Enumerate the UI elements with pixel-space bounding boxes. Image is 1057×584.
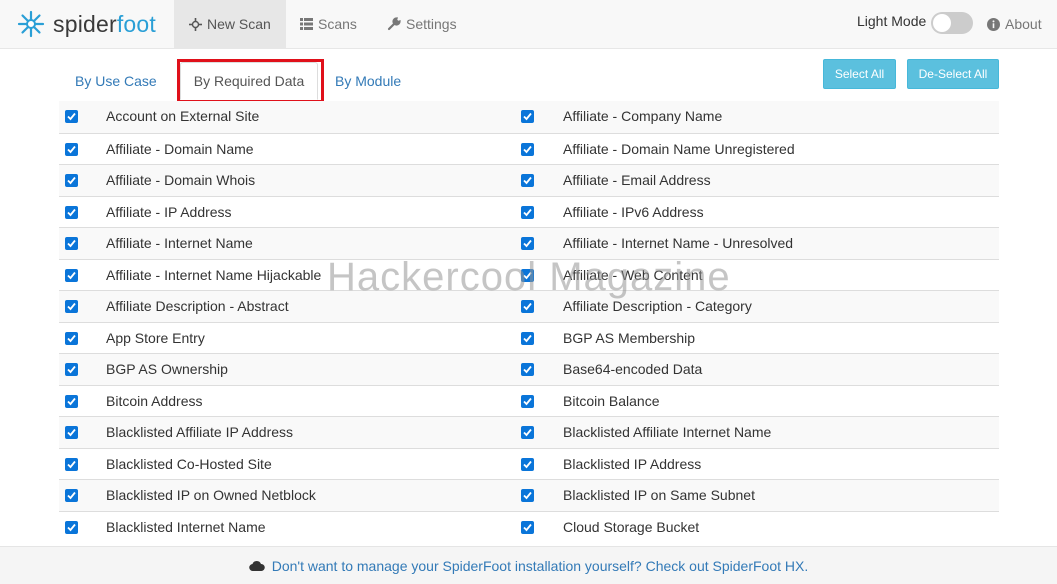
table-row: Affiliate Description - Abstract Affiliat… bbox=[59, 290, 999, 322]
data-type-label: Affiliate - IPv6 Address bbox=[563, 203, 704, 220]
toggle-knob bbox=[933, 14, 951, 32]
table-row: App Store Entry BGP AS Membership bbox=[59, 321, 999, 354]
checkbox[interactable] bbox=[521, 300, 534, 313]
nav-scans[interactable]: Scans bbox=[285, 0, 372, 48]
tab-by-module[interactable]: By Module bbox=[335, 62, 401, 100]
checkbox[interactable] bbox=[521, 489, 534, 502]
light-mode-label: Light Mode bbox=[857, 13, 927, 29]
nav-settings-label: Settings bbox=[406, 16, 457, 32]
top-navbar: spiderfoot New Scan Scans Settings Light… bbox=[0, 0, 1057, 49]
data-type-label: Affiliate - Internet Name bbox=[106, 235, 253, 251]
light-mode-toggle[interactable] bbox=[931, 12, 973, 34]
checkbox[interactable] bbox=[65, 300, 78, 313]
table-row: Affiliate - Internet Name Affiliate - Int… bbox=[59, 227, 999, 259]
nav-scans-label: Scans bbox=[318, 16, 357, 32]
data-type-label: Affiliate - Internet Name Hijackable bbox=[106, 266, 322, 283]
select-all-button[interactable]: Select All bbox=[823, 59, 896, 89]
checkbox[interactable] bbox=[65, 174, 78, 187]
data-type-label: Affiliate - Email Address bbox=[563, 172, 711, 188]
checkbox[interactable] bbox=[521, 110, 534, 123]
tab-by-use-case[interactable]: By Use Case bbox=[75, 62, 157, 100]
brand-logo-link[interactable]: spiderfoot bbox=[16, 9, 156, 39]
data-type-label: Blacklisted IP on Owned Netblock bbox=[106, 487, 316, 503]
data-type-label: Blacklisted Affiliate IP Address bbox=[106, 424, 294, 440]
nav-about-label: About bbox=[1005, 16, 1042, 32]
data-type-label: Blacklisted Affiliate Internet Name bbox=[563, 424, 772, 440]
data-type-label: Affiliate - Domain Name bbox=[106, 140, 254, 157]
checkbox[interactable] bbox=[65, 142, 78, 156]
table-row: Affiliate - Domain Whois Affiliate - Emai… bbox=[59, 164, 999, 196]
data-type-label: Affiliate - Domain Name Unregistered bbox=[563, 140, 795, 157]
list-icon bbox=[300, 18, 313, 30]
checkbox[interactable] bbox=[65, 237, 78, 250]
table-row: BGP AS Ownership Base64-encoded Data bbox=[59, 353, 999, 385]
checkbox[interactable] bbox=[521, 394, 534, 408]
checkbox[interactable] bbox=[65, 331, 78, 345]
checkbox[interactable] bbox=[65, 363, 78, 376]
table-row: Affiliate - Domain Name Affiliate - Domai… bbox=[59, 132, 999, 165]
table-row: Affiliate - IP Address Affiliate - IPv6 A… bbox=[59, 195, 999, 228]
nav-new-scan[interactable]: New Scan bbox=[174, 0, 286, 48]
checkbox[interactable] bbox=[65, 457, 78, 471]
info-icon bbox=[987, 17, 1000, 31]
checkbox[interactable] bbox=[521, 205, 534, 219]
nav-settings[interactable]: Settings bbox=[372, 0, 472, 48]
checkbox[interactable] bbox=[65, 268, 78, 282]
data-type-label: Affiliate Description - Abstract bbox=[106, 298, 289, 314]
checkbox[interactable] bbox=[521, 142, 534, 156]
checkbox[interactable] bbox=[65, 394, 78, 408]
checkbox[interactable] bbox=[65, 520, 78, 534]
checkbox[interactable] bbox=[521, 426, 534, 439]
data-type-label: Bitcoin Balance bbox=[563, 392, 660, 409]
checkbox[interactable] bbox=[521, 363, 534, 376]
data-type-label: Affiliate Description - Category bbox=[563, 298, 752, 314]
data-type-label: App Store Entry bbox=[106, 329, 205, 346]
data-type-label: Account on External Site bbox=[106, 108, 260, 124]
red-highlight-box bbox=[177, 59, 324, 103]
checkbox[interactable] bbox=[65, 489, 78, 502]
table-row: Blacklisted Co-Hosted Site Blacklisted IP… bbox=[59, 447, 999, 480]
table-row: Bitcoin Address Bitcoin Balance bbox=[59, 384, 999, 417]
spiderfoot-logo-icon bbox=[17, 10, 45, 38]
table-row: Account on External Site Affiliate - Comp… bbox=[59, 101, 999, 133]
checkbox[interactable] bbox=[65, 426, 78, 439]
table-row: Blacklisted Affiliate IP Address Blacklis… bbox=[59, 416, 999, 448]
checkbox[interactable] bbox=[521, 331, 534, 345]
table-row: Affiliate - Internet Name Hijackable Affi… bbox=[59, 258, 999, 291]
required-data-table: Account on External Site Affiliate - Comp… bbox=[59, 101, 999, 542]
checkbox[interactable] bbox=[521, 174, 534, 187]
data-type-label: Affiliate - Company Name bbox=[563, 108, 723, 124]
footer: Don't want to manage your SpiderFoot ins… bbox=[0, 546, 1057, 584]
wrench-icon bbox=[387, 17, 401, 31]
nav-about[interactable]: About bbox=[987, 16, 1042, 32]
data-type-label: Affiliate - Internet Name - Unresolved bbox=[563, 235, 794, 251]
data-type-label: Blacklisted Co-Hosted Site bbox=[106, 455, 272, 472]
data-type-label: Blacklisted IP on Same Subnet bbox=[563, 487, 755, 503]
checkbox[interactable] bbox=[65, 205, 78, 219]
table-row: Blacklisted Internet Name Cloud Storage B… bbox=[59, 510, 999, 543]
data-type-label: Affiliate - Domain Whois bbox=[106, 172, 256, 188]
data-type-label: Affiliate - Web Content bbox=[563, 266, 703, 283]
data-type-label: Blacklisted IP Address bbox=[563, 455, 702, 472]
data-type-label: Affiliate - IP Address bbox=[106, 203, 232, 220]
checkbox[interactable] bbox=[521, 457, 534, 471]
spiderfoot-hx-link[interactable]: Don't want to manage your SpiderFoot ins… bbox=[272, 558, 809, 574]
data-type-label: BGP AS Membership bbox=[563, 329, 696, 346]
table-row: Blacklisted IP on Owned Netblock Blacklis… bbox=[59, 479, 999, 511]
data-type-label: BGP AS Ownership bbox=[106, 361, 228, 377]
cloud-icon bbox=[248, 561, 265, 571]
data-type-label: Blacklisted Internet Name bbox=[106, 518, 266, 535]
crosshair-icon bbox=[189, 17, 202, 31]
data-type-label: Cloud Storage Bucket bbox=[563, 518, 700, 535]
checkbox[interactable] bbox=[521, 268, 534, 282]
checkbox[interactable] bbox=[65, 110, 78, 123]
checkbox[interactable] bbox=[521, 237, 534, 250]
data-type-label: Base64-encoded Data bbox=[563, 361, 703, 377]
checkbox[interactable] bbox=[521, 520, 534, 534]
nav-new-scan-label: New Scan bbox=[207, 16, 271, 32]
deselect-all-button[interactable]: De-Select All bbox=[907, 59, 999, 89]
brand-name: spiderfoot bbox=[53, 10, 157, 37]
data-type-label: Bitcoin Address bbox=[106, 392, 203, 409]
